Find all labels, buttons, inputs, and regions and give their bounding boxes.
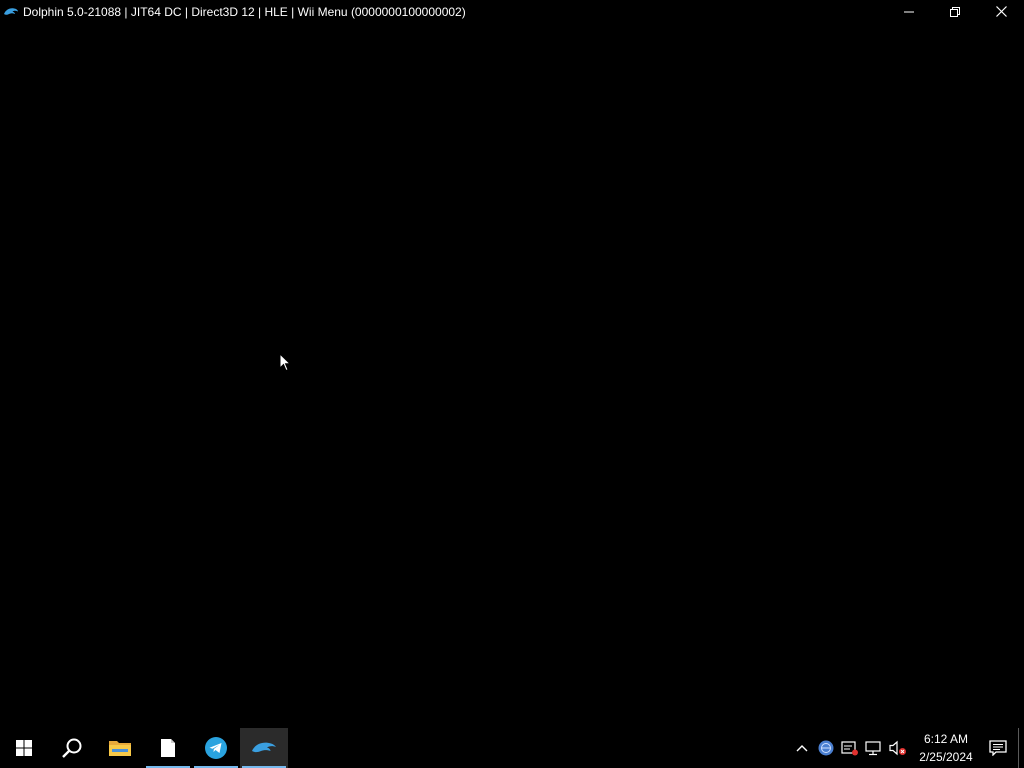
document-button[interactable] (144, 728, 192, 768)
clock-time: 6:12 AM (923, 732, 969, 746)
minimize-icon (904, 11, 914, 12)
network-icon (865, 741, 881, 756)
telegram-button[interactable] (192, 728, 240, 768)
action-center-icon (989, 740, 1007, 756)
telegram-icon (205, 737, 227, 759)
minimize-button[interactable] (886, 0, 932, 23)
dolphin-window: Dolphin 5.0-21088 | JIT64 DC | Direct3D … (0, 0, 1024, 728)
search-icon (62, 738, 82, 758)
mouse-cursor-icon (279, 353, 291, 372)
close-button[interactable] (978, 0, 1024, 23)
window-controls (886, 0, 1024, 23)
language-tray-button[interactable] (814, 728, 838, 768)
network-tray-button[interactable] (862, 728, 886, 768)
volume-muted-icon (889, 740, 906, 756)
dolphin-button[interactable] (240, 728, 288, 768)
volume-tray-button[interactable] (886, 728, 910, 768)
folder-icon (109, 741, 131, 756)
restore-icon (950, 6, 960, 17)
show-hidden-icons-button[interactable] (790, 728, 814, 768)
security-icon (841, 741, 858, 756)
start-button[interactable] (0, 728, 48, 768)
document-icon (161, 739, 175, 757)
security-tray-button[interactable] (838, 728, 862, 768)
show-desktop-button[interactable] (1018, 728, 1024, 768)
language-icon (818, 740, 834, 756)
close-icon (995, 6, 1007, 17)
taskbar: 6:12 AM 2/25/2024 (0, 728, 1024, 768)
taskbar-clock[interactable]: 6:12 AM 2/25/2024 (914, 728, 978, 768)
file-explorer-button[interactable] (96, 728, 144, 768)
system-tray: 6:12 AM 2/25/2024 (790, 728, 1024, 768)
action-center-button[interactable] (978, 728, 1018, 768)
search-button[interactable] (48, 728, 96, 768)
dolphin-icon (3, 6, 19, 18)
windows-logo-icon (16, 740, 32, 756)
game-render-area[interactable] (0, 23, 1024, 728)
chevron-up-icon (796, 745, 808, 752)
dolphin-icon (252, 742, 276, 753)
window-title: Dolphin 5.0-21088 | JIT64 DC | Direct3D … (23, 4, 466, 19)
clock-date: 2/25/2024 (919, 750, 973, 764)
restore-button[interactable] (932, 0, 978, 23)
title-bar[interactable]: Dolphin 5.0-21088 | JIT64 DC | Direct3D … (0, 0, 1024, 23)
